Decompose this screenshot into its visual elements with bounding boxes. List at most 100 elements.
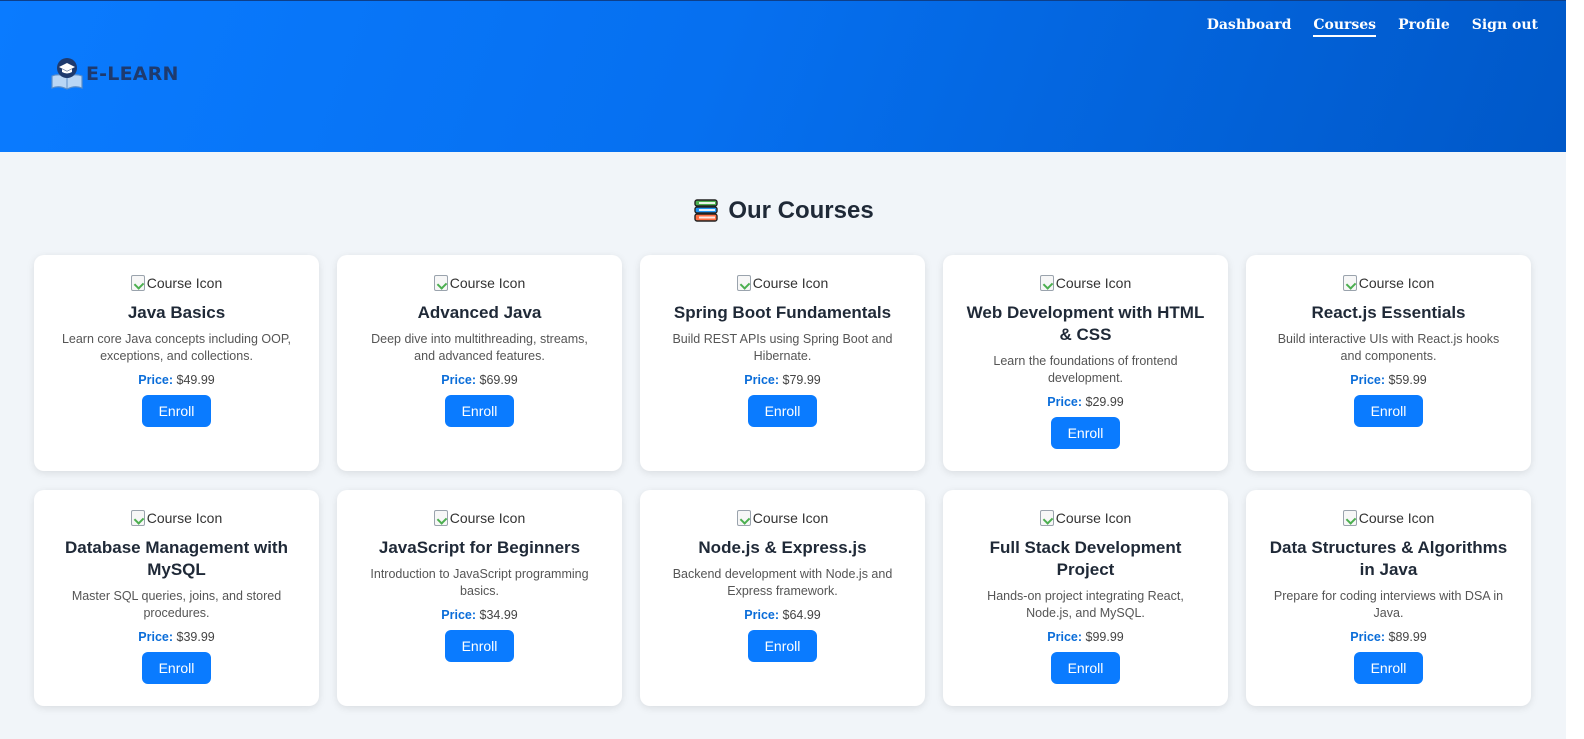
course-image-alt: Course Icon [1358, 275, 1435, 291]
price-label: Price: [744, 608, 780, 622]
course-description: Learn core Java concepts including OOP, … [61, 332, 292, 363]
course-title: Data Structures & Algorithms in Java [1269, 538, 1508, 579]
price-value: $64.99 [782, 608, 821, 622]
course-image: Course Icon [130, 508, 223, 528]
course-image: Course Icon [1342, 273, 1435, 293]
scrollbar[interactable] [1566, 0, 1584, 739]
course-price: Price: $64.99 [744, 608, 820, 622]
broken-image-icon [1039, 275, 1054, 291]
enroll-button[interactable]: Enroll [748, 630, 817, 662]
course-image: Course Icon [130, 273, 223, 293]
price-value: $34.99 [479, 608, 518, 622]
price-value: $99.99 [1085, 630, 1124, 644]
enroll-button[interactable]: Enroll [1051, 652, 1120, 684]
enroll-button[interactable]: Enroll [142, 652, 211, 684]
broken-image-icon [736, 275, 751, 291]
nav-link-sign-out[interactable]: Sign out [1472, 17, 1538, 37]
enroll-button[interactable]: Enroll [1354, 652, 1423, 684]
course-card: Course Icon Java Basics Learn core Java … [34, 255, 319, 471]
page-heading: Our Courses [0, 197, 1566, 225]
course-description: Hands-on project integrating React, Node… [987, 589, 1184, 620]
course-title: Database Management with MySQL [65, 538, 288, 579]
course-description: Backend development with Node.js and Exp… [672, 567, 893, 598]
course-description: Prepare for coding interviews with DSA i… [1273, 589, 1504, 620]
course-card: Course Icon Full Stack Development Proje… [943, 490, 1228, 706]
course-card: Course Icon Node.js & Express.js Backend… [640, 490, 925, 706]
course-price: Price: $79.99 [744, 373, 820, 387]
course-image: Course Icon [736, 508, 829, 528]
enroll-button[interactable]: Enroll [445, 630, 514, 662]
course-price: Price: $59.99 [1350, 373, 1426, 387]
course-card: Course Icon React.js Essentials Build in… [1246, 255, 1531, 471]
broken-image-icon [736, 510, 751, 526]
course-image-alt: Course Icon [449, 275, 526, 291]
broken-image-icon [130, 510, 145, 526]
course-image: Course Icon [433, 508, 525, 528]
course-card: Course Icon Web Development with HTML & … [943, 255, 1228, 471]
enroll-button[interactable]: Enroll [748, 395, 817, 427]
price-label: Price: [1350, 630, 1386, 644]
price-label: Price: [138, 373, 174, 387]
course-description: Build REST APIs using Spring Boot and Hi… [672, 332, 893, 363]
course-description: Learn the foundations of frontend develo… [993, 354, 1178, 385]
course-price: Price: $89.99 [1350, 630, 1426, 644]
course-image: Course Icon [1039, 508, 1132, 528]
course-card: Course Icon JavaScript for Beginners Int… [337, 490, 622, 706]
course-card: Course Icon Database Management with MyS… [34, 490, 319, 706]
nav-link-profile[interactable]: Profile [1398, 17, 1450, 37]
books-icon [694, 199, 719, 222]
logo-text: E-LEARN [86, 63, 179, 85]
course-image-alt: Course Icon [1055, 510, 1132, 526]
price-label: Price: [1047, 630, 1083, 644]
price-value: $69.99 [479, 373, 518, 387]
enroll-button[interactable]: Enroll [142, 395, 211, 427]
course-price: Price: $69.99 [441, 373, 517, 387]
enroll-button[interactable]: Enroll [1354, 395, 1423, 427]
course-card: Course Icon Advanced Java Deep dive into… [337, 255, 622, 471]
course-grid: Course Icon Java Basics Learn core Java … [34, 255, 1531, 706]
course-price: Price: $49.99 [138, 373, 214, 387]
price-label: Price: [744, 373, 780, 387]
course-title: Full Stack Development Project [989, 538, 1182, 579]
broken-image-icon [1342, 275, 1357, 291]
course-title: JavaScript for Beginners [378, 538, 581, 557]
broken-image-icon [433, 510, 448, 526]
main-nav: Dashboard Courses Profile Sign out [1185, 17, 1538, 37]
enroll-button[interactable]: Enroll [445, 395, 514, 427]
broken-image-icon [433, 275, 448, 291]
price-value: $59.99 [1388, 373, 1427, 387]
price-label: Price: [441, 608, 477, 622]
price-value: $79.99 [782, 373, 821, 387]
price-label: Price: [138, 630, 174, 644]
price-value: $49.99 [176, 373, 215, 387]
course-title: Node.js & Express.js [698, 538, 867, 557]
broken-image-icon [130, 275, 145, 291]
nav-link-dashboard[interactable]: Dashboard [1207, 17, 1292, 37]
price-value: $89.99 [1388, 630, 1427, 644]
course-image-alt: Course Icon [752, 510, 829, 526]
broken-image-icon [1039, 510, 1054, 526]
price-label: Price: [441, 373, 477, 387]
price-label: Price: [1350, 373, 1386, 387]
course-description: Build interactive UIs with React.js hook… [1277, 332, 1500, 363]
course-title: Advanced Java [417, 303, 542, 322]
top-header: E-LEARN Dashboard Courses Profile Sign o… [0, 0, 1566, 152]
graduation-book-icon [51, 58, 83, 90]
course-description: Introduction to JavaScript programming b… [370, 567, 589, 598]
logo[interactable]: E-LEARN [50, 56, 179, 92]
course-image-alt: Course Icon [146, 275, 223, 291]
course-image-alt: Course Icon [146, 510, 223, 526]
enroll-button[interactable]: Enroll [1051, 417, 1120, 449]
course-price: Price: $99.99 [1047, 630, 1123, 644]
course-image: Course Icon [736, 273, 829, 293]
course-image: Course Icon [1039, 273, 1131, 293]
course-title: Web Development with HTML & CSS [966, 303, 1205, 344]
nav-link-courses[interactable]: Courses [1313, 17, 1377, 37]
course-description: Master SQL queries, joins, and stored pr… [71, 589, 282, 620]
price-value: $29.99 [1085, 395, 1124, 409]
page-title: Our Courses [728, 197, 874, 224]
course-image: Course Icon [1342, 508, 1434, 528]
course-title: React.js Essentials [1311, 303, 1466, 322]
course-price: Price: $34.99 [441, 608, 517, 622]
course-image-alt: Course Icon [752, 275, 829, 291]
